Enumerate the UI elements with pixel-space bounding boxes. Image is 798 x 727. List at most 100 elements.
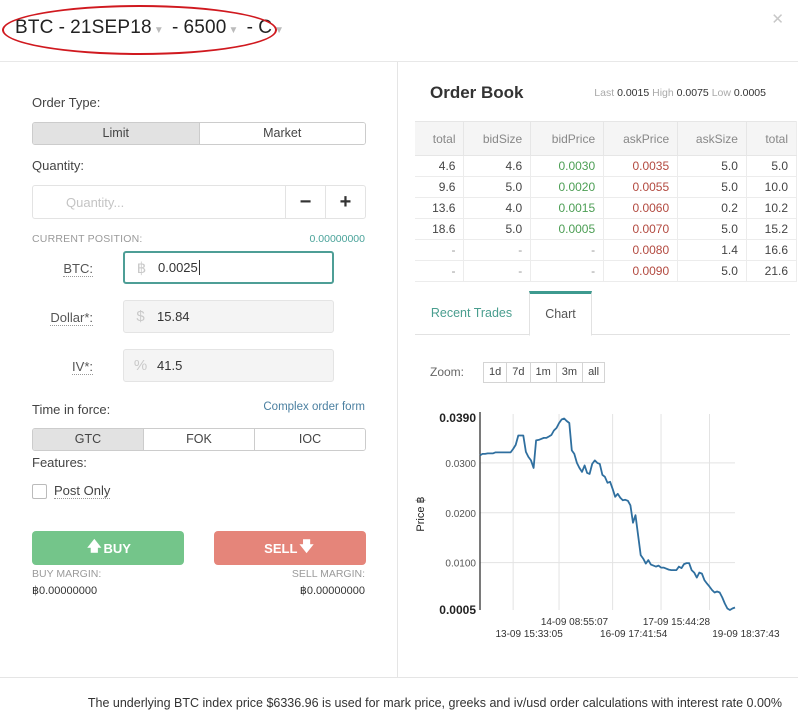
order-type-limit[interactable]: Limit bbox=[33, 123, 199, 144]
ask-price-cell[interactable]: 0.0035 bbox=[603, 155, 679, 177]
complex-order-form-link[interactable]: Complex order form bbox=[263, 401, 365, 413]
text-cursor bbox=[198, 260, 200, 275]
buy-margin-value: ฿0.00000000 bbox=[32, 585, 98, 597]
ask-price-cell[interactable]: 0.0080 bbox=[603, 239, 679, 261]
quantity-input[interactable] bbox=[33, 186, 285, 218]
ask-total-cell: 10.0 bbox=[746, 176, 798, 198]
high-label: High bbox=[652, 87, 674, 99]
price-series-line[interactable] bbox=[479, 417, 736, 611]
bid-total-cell: - bbox=[415, 239, 465, 261]
order-book-row[interactable]: 9.6 5.0 0.0020 0.0055 5.0 10.0 bbox=[415, 176, 798, 198]
ask-price-cell[interactable]: 0.0055 bbox=[603, 176, 679, 198]
ask-price-cell[interactable]: 0.0090 bbox=[603, 260, 679, 282]
low-label: Low bbox=[711, 87, 731, 99]
price-chart[interactable]: 0.0390 0.0300 0.0200 0.0100 0.0005 Price ฿ 14-… bbox=[399, 402, 798, 647]
option-type-chevron-down-icon[interactable]: ▼ bbox=[274, 25, 284, 36]
expiry-chevron-down-icon[interactable]: ▼ bbox=[154, 25, 164, 36]
expiry-select[interactable]: 21SEP18 bbox=[70, 17, 152, 39]
col-bid-price[interactable]: bidPrice bbox=[530, 121, 605, 156]
modal-footer: The underlying BTC index price $6336.96 … bbox=[0, 677, 798, 727]
zoom-3m-button[interactable]: 3m bbox=[555, 363, 583, 382]
order-book-row[interactable]: - - -0.0090 5.0 21.6 bbox=[415, 260, 798, 282]
col-total-bid[interactable]: total bbox=[415, 121, 465, 156]
col-total-ask[interactable]: total bbox=[746, 121, 798, 156]
close-icon[interactable]: ✕ bbox=[771, 10, 784, 28]
iv-field[interactable]: % 41.5 bbox=[123, 349, 334, 382]
bid-price-cell[interactable]: 0.0005 bbox=[530, 218, 605, 240]
tif-gtc[interactable]: GTC bbox=[33, 429, 143, 450]
order-type-toggle: Limit Market bbox=[32, 122, 366, 145]
col-bid-size[interactable]: bidSize bbox=[463, 121, 532, 156]
x-tick-label: 14-09 08:55:07 bbox=[541, 617, 609, 628]
ask-size-cell: 5.0 bbox=[677, 218, 747, 240]
instrument-title: BTC - 21SEP18 ▼ - 6500 ▼ - C ▼ bbox=[15, 17, 287, 39]
bid-price-cell[interactable]: - bbox=[530, 260, 605, 282]
y-tick-label: 0.0100 bbox=[445, 559, 476, 570]
bitcoin-icon: ฿ bbox=[136, 259, 147, 277]
zoom-1d-button[interactable]: 1d bbox=[484, 363, 507, 382]
order-type-label: Order Type: bbox=[32, 95, 101, 110]
order-book-row[interactable]: 13.6 4.0 0.0015 0.0060 0.2 10.2 bbox=[415, 197, 798, 219]
ask-total-cell: 16.6 bbox=[746, 239, 798, 261]
increment-button[interactable]: + bbox=[325, 186, 365, 218]
ask-price-cell[interactable]: 0.0070 bbox=[603, 218, 679, 240]
y-tick-label: 0.0200 bbox=[445, 509, 476, 520]
order-book-title: Order Book bbox=[430, 83, 524, 102]
col-ask-price[interactable]: askPrice bbox=[603, 121, 679, 156]
col-ask-size[interactable]: askSize bbox=[677, 121, 747, 156]
current-position-value: 0.00000000 bbox=[309, 233, 365, 245]
tab-recent-trades[interactable]: Recent Trades bbox=[415, 291, 528, 335]
last-label: Last bbox=[594, 87, 615, 99]
decrement-button[interactable]: − bbox=[285, 186, 325, 218]
sell-button[interactable]: SELL 🡇 bbox=[214, 531, 366, 565]
dollar-label: Dollar*: bbox=[50, 310, 93, 326]
order-type-market[interactable]: Market bbox=[198, 123, 365, 144]
last-value: 0.0015 bbox=[617, 87, 650, 99]
ask-total-cell: 5.0 bbox=[746, 155, 798, 177]
bid-total-cell: - bbox=[415, 260, 465, 282]
ask-size-cell: 5.0 bbox=[677, 260, 747, 282]
zoom-7d-button[interactable]: 7d bbox=[506, 363, 530, 382]
bid-price-cell[interactable]: 0.0015 bbox=[530, 197, 605, 219]
market-panel: Order Book Last 0.0015 High 0.0075 Low 0… bbox=[399, 62, 798, 677]
btc-amount-value: 0.0025 bbox=[158, 260, 198, 275]
bid-price-cell[interactable]: - bbox=[530, 239, 605, 261]
market-tabs: Recent Trades Chart bbox=[415, 291, 790, 336]
bid-total-cell: 9.6 bbox=[415, 176, 465, 198]
current-position-label: CURRENT POSITION: bbox=[32, 233, 143, 245]
time-in-force-label: Time in force: bbox=[32, 402, 111, 417]
dollar-icon: $ bbox=[136, 308, 145, 325]
arrow-up-icon: 🡅 bbox=[87, 538, 102, 554]
dollar-amount-value: 15.84 bbox=[157, 309, 190, 324]
strike-select[interactable]: 6500 bbox=[183, 17, 226, 39]
post-only-checkbox[interactable] bbox=[32, 484, 47, 499]
zoom-all-button[interactable]: all bbox=[582, 363, 605, 382]
tif-ioc[interactable]: IOC bbox=[254, 429, 365, 450]
separator: - bbox=[58, 17, 66, 38]
order-book-row[interactable]: - - -0.0080 1.4 16.6 bbox=[415, 239, 798, 261]
post-only-label[interactable]: Post Only bbox=[54, 483, 111, 499]
bid-price-cell[interactable]: 0.0030 bbox=[530, 155, 605, 177]
tab-chart[interactable]: Chart bbox=[529, 291, 592, 336]
high-value: 0.0075 bbox=[676, 87, 709, 99]
features-label: Features: bbox=[32, 455, 87, 470]
buy-button[interactable]: 🡅 BUY bbox=[32, 531, 184, 565]
order-book-row[interactable]: 18.6 5.0 0.0005 0.0070 5.0 15.2 bbox=[415, 218, 798, 240]
ask-price-cell[interactable]: 0.0060 bbox=[603, 197, 679, 219]
separator: - bbox=[246, 17, 254, 38]
bid-size-cell: 5.0 bbox=[463, 218, 532, 240]
strike-chevron-down-icon[interactable]: ▼ bbox=[229, 25, 239, 36]
order-book-row[interactable]: 4.6 4.6 0.0030 0.0035 5.0 5.0 bbox=[415, 155, 798, 177]
btc-amount-field[interactable]: ฿ 0.0025 bbox=[123, 251, 334, 284]
dollar-amount-field[interactable]: $ 15.84 bbox=[123, 300, 334, 333]
tif-fok[interactable]: FOK bbox=[143, 429, 254, 450]
sell-label: SELL bbox=[264, 540, 298, 556]
bid-price-cell[interactable]: 0.0020 bbox=[530, 176, 605, 198]
quantity-label: Quantity: bbox=[32, 158, 85, 173]
zoom-1m-button[interactable]: 1m bbox=[529, 363, 556, 382]
quantity-stepper: − + bbox=[32, 185, 366, 219]
iv-label: IV*: bbox=[72, 359, 93, 375]
option-type-select[interactable]: C bbox=[258, 17, 272, 39]
x-tick-label: 17-09 15:44:28 bbox=[643, 617, 711, 628]
bid-total-cell: 18.6 bbox=[415, 218, 465, 240]
